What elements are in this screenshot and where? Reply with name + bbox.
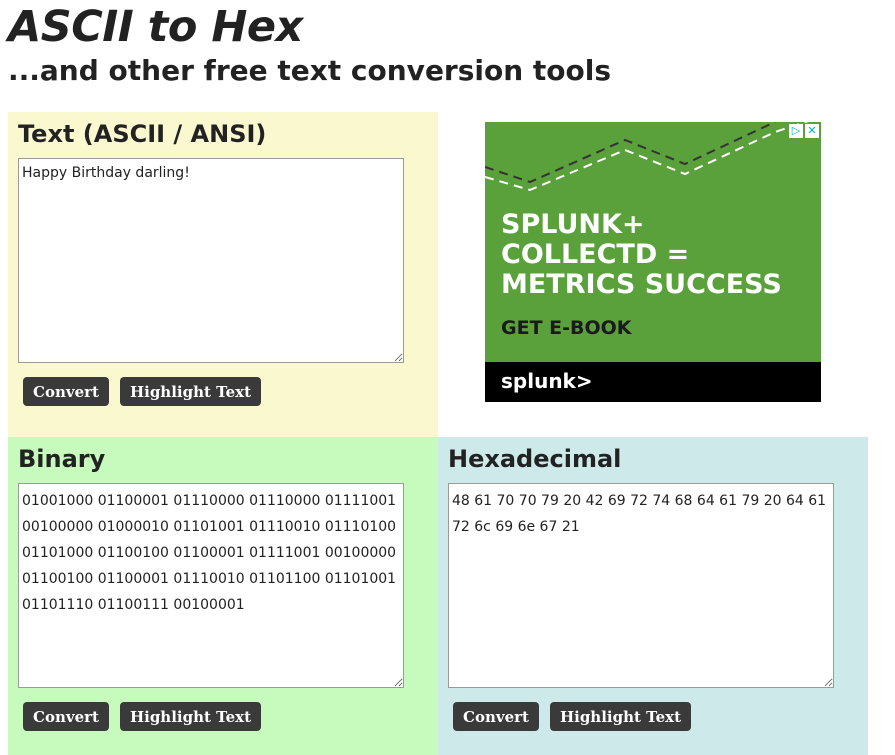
binary-highlight-button[interactable]: Highlight Text	[119, 702, 262, 731]
ad-footer: splunk>	[485, 362, 821, 402]
text-panel: Text (ASCII / ANSI) Happy Birthday darli…	[8, 112, 438, 437]
ad-headline: SPLUNK+ COLLECTD = METRICS SUCCESS	[501, 210, 782, 300]
text-highlight-button[interactable]: Highlight Text	[119, 377, 262, 406]
ad-chart-lines	[485, 122, 809, 192]
ad-headline-line1: SPLUNK+	[501, 209, 645, 240]
text-input[interactable]: Happy Birthday darling!	[18, 158, 404, 363]
hex-panel: Hexadecimal 48 61 70 70 79 20 42 69 72 7…	[438, 437, 868, 755]
hex-highlight-button[interactable]: Highlight Text	[549, 702, 692, 731]
hex-convert-button[interactable]: Convert	[453, 702, 539, 731]
binary-panel-label: Binary	[18, 445, 106, 473]
ad-cta-link[interactable]: GET E-BOOK	[501, 317, 632, 339]
adchoices-icon[interactable]: ▷	[789, 124, 803, 138]
binary-input[interactable]: 01001000 01100001 01110000 01110000 0111…	[18, 483, 404, 688]
splunk-logo: splunk>	[501, 369, 593, 393]
binary-panel-buttons: Convert Highlight Text	[23, 702, 262, 731]
text-panel-label: Text (ASCII / ANSI)	[18, 120, 267, 148]
advertisement-banner[interactable]: ▷ ✕ SPLUNK+ COLLECTD = METRICS SUCCESS G…	[485, 122, 821, 402]
ad-controls: ▷ ✕	[789, 124, 819, 138]
ad-headline-line2: COLLECTD =	[501, 239, 690, 270]
text-convert-button[interactable]: Convert	[23, 377, 109, 406]
close-icon[interactable]: ✕	[805, 124, 819, 138]
hex-panel-label: Hexadecimal	[448, 445, 622, 473]
hex-input[interactable]: 48 61 70 70 79 20 42 69 72 74 68 64 61 7…	[448, 483, 834, 688]
hex-panel-buttons: Convert Highlight Text	[453, 702, 692, 731]
site-subtitle: ...and other free text conversion tools	[8, 54, 612, 87]
site-title: ASCII to Hex	[8, 2, 303, 52]
text-panel-buttons: Convert Highlight Text	[23, 377, 262, 406]
binary-convert-button[interactable]: Convert	[23, 702, 109, 731]
ad-headline-line3: METRICS SUCCESS	[501, 269, 782, 300]
binary-panel: Binary 01001000 01100001 01110000 011100…	[8, 437, 438, 755]
